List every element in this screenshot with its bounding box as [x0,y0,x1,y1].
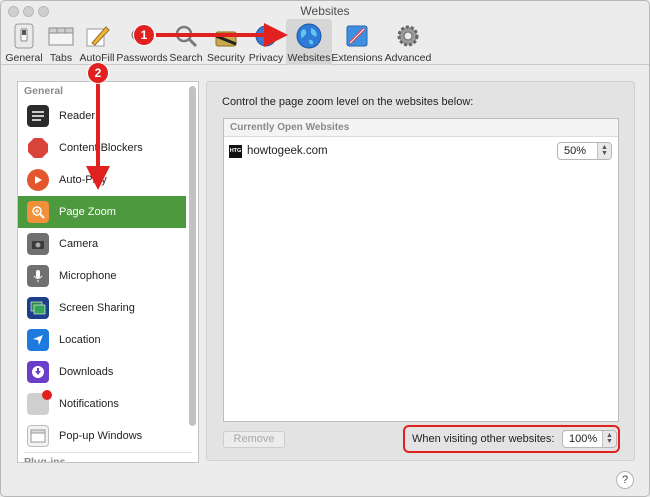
site-favicon: HTG [229,144,242,158]
list-header: Currently Open Websites [224,119,618,137]
close-window-button[interactable] [8,6,19,17]
open-websites-list: Currently Open Websites HTG howtogeek.co… [223,118,619,422]
play-icon [27,169,49,191]
sidebar-item-location[interactable]: Location [18,324,186,356]
popup-windows-icon [27,425,49,447]
panel-intro-text: Control the page zoom level on the websi… [222,96,474,108]
sidebar-item-microphone[interactable]: Microphone [18,260,186,292]
sidebar-header-general: General [24,85,64,97]
privacy-icon [251,21,281,51]
magnifier-icon [171,21,201,51]
tabs-icon [46,21,76,51]
location-arrow-icon [27,329,49,351]
sidebar-item-downloads[interactable]: Downloads [18,356,186,388]
toolbar-websites[interactable]: Websites [286,19,332,65]
zoom-icon [27,201,49,223]
toolbar-tabs[interactable]: Tabs [45,19,77,65]
remove-button[interactable]: Remove [223,431,285,448]
sidebar-item-page-zoom[interactable]: Page Zoom [18,196,186,228]
microphone-icon [27,265,49,287]
other-websites-zoom-select[interactable]: 100% ▲ ▼ [562,430,617,448]
other-websites-label: When visiting other websites: [412,433,555,445]
site-zoom-select[interactable]: 50% ▲ ▼ [557,142,612,160]
minimize-window-button[interactable] [23,6,34,17]
annotation-badge-2: 2 [88,63,108,83]
window-title: Websites [300,4,350,18]
other-zoom-value: 100% [569,433,598,445]
toolbar-advanced[interactable]: Advanced [385,19,431,65]
gear-icon [393,21,423,51]
globe-icon [294,21,324,51]
sidebar-header-plugins: Plug-ins [24,452,192,462]
toolbar-general[interactable]: General [5,19,43,65]
sidebar-item-notifications[interactable]: Notifications [18,388,186,420]
toolbar-security[interactable]: Security [206,19,246,65]
sidebar-item-auto-play[interactable]: Auto-Play [18,164,186,196]
toolbar-search[interactable]: Search [169,19,203,65]
other-websites-zoom-highlight: When visiting other websites: 100% ▲ ▼ [403,425,620,453]
toolbar-autofill[interactable]: AutoFill [79,19,115,65]
notifications-icon [27,390,52,415]
zoom-window-button[interactable] [38,6,49,17]
autofill-pencil-icon [82,21,112,51]
camera-icon [27,233,49,255]
site-name: howtogeek.com [247,145,328,157]
websites-sidebar: General Reader Content Blockers Auto-Pla… [17,81,199,463]
sidebar-item-content-blockers[interactable]: Content Blockers [18,132,186,164]
help-button[interactable]: ? [616,471,634,489]
site-zoom-value: 50% [564,145,587,157]
page-zoom-panel: Control the page zoom level on the websi… [206,81,635,461]
annotation-badge-1: 1 [134,25,154,45]
sidebar-item-screen-sharing[interactable]: Screen Sharing [18,292,186,324]
select-stepper-icon: ▲ ▼ [602,431,616,447]
general-switch-icon [9,21,39,51]
select-stepper-icon: ▲ ▼ [597,143,611,159]
preferences-toolbar: General Tabs AutoFill Passwords Search S… [1,19,649,65]
reader-icon [27,105,49,127]
website-row[interactable]: HTG howtogeek.com 50% ▲ ▼ [224,139,618,163]
extensions-icon [342,21,372,51]
sidebar-scrollbar[interactable] [189,86,196,426]
toolbar-extensions[interactable]: Extensions [331,19,383,65]
sidebar-item-camera[interactable]: Camera [18,228,186,260]
downloads-icon [27,361,49,383]
screen-sharing-icon [27,297,49,319]
sidebar-item-reader[interactable]: Reader [18,100,186,132]
sidebar-item-popup-windows[interactable]: Pop-up Windows [18,420,186,452]
security-icon [211,21,241,51]
stop-sign-icon [27,137,49,159]
toolbar-privacy[interactable]: Privacy [248,19,284,65]
